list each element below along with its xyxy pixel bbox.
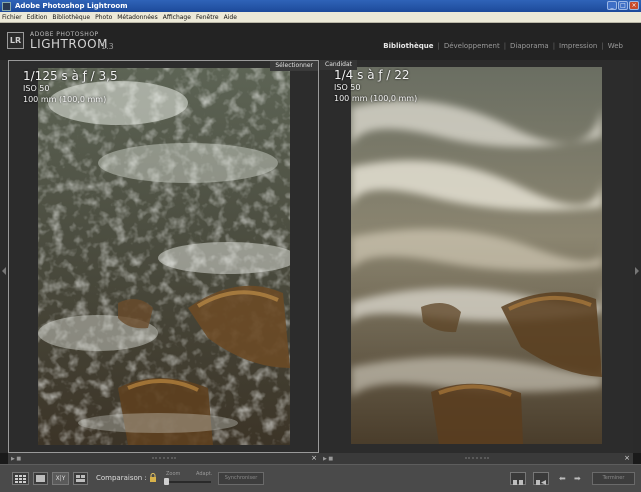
module-picker: Bibliothèque | Développement | Diaporama… <box>383 42 623 50</box>
lock-icon[interactable] <box>149 473 157 483</box>
version-label: 1.3 <box>101 42 114 51</box>
comparison-label: Comparaison : <box>96 474 147 482</box>
module-web[interactable]: Web <box>608 42 623 50</box>
select-label: Sélectionner <box>270 61 318 71</box>
make-select-icon <box>536 480 546 485</box>
select-photo[interactable] <box>38 68 290 445</box>
candidate-label: Candidat <box>320 60 357 70</box>
menu-photo[interactable]: Photo <box>95 14 112 21</box>
window-controls: _ □ × <box>607 1 639 10</box>
left-panel-toggle-icon[interactable] <box>2 267 6 275</box>
candidate-exposure: 1/4 s à ƒ / 22 <box>334 68 410 82</box>
module-bibliotheque[interactable]: Bibliothèque <box>383 42 433 50</box>
fit-label: Adapt. <box>196 471 213 477</box>
survey-view-button[interactable] <box>73 472 88 485</box>
right-panel-toggle-icon[interactable] <box>635 267 639 275</box>
compare-view: 1/125 s à ƒ / 3,5 ISO 50 100 mm (100,0 m… <box>0 60 641 453</box>
module-separator: | <box>601 42 604 50</box>
candidate-iso: ISO 50 <box>334 83 361 92</box>
loupe-view-button[interactable] <box>33 472 48 485</box>
close-select-icon[interactable]: × <box>311 454 317 462</box>
done-button[interactable]: Terminer <box>592 472 635 485</box>
select-pane-bar: ▶ ■ × <box>8 453 320 464</box>
rating-dots[interactable] <box>152 457 176 459</box>
module-header: LR ADOBE PHOTOSHOP LIGHTROOM 1.3 Bibliot… <box>0 23 641 60</box>
close-candidate-icon[interactable]: × <box>624 454 630 462</box>
bottom-toolbar: X|Y Comparaison : Zoom Adapt. Synchronis… <box>0 464 641 492</box>
window-title: Adobe Photoshop Lightroom <box>15 2 128 10</box>
module-impression[interactable]: Impression <box>559 42 597 50</box>
menu-metadonnees[interactable]: Métadonnées <box>117 14 158 21</box>
candidate-pane[interactable]: 1/4 s à ƒ / 22 ISO 50 100 mm (100,0 mm) … <box>320 60 633 453</box>
module-separator: | <box>503 42 507 50</box>
menu-bibliotheque[interactable]: Bibliothèque <box>52 14 90 21</box>
close-window-button[interactable]: × <box>629 1 639 10</box>
previous-arrow-icon[interactable]: ⬅ <box>559 474 566 483</box>
zoom-slider-track[interactable] <box>165 481 211 483</box>
menu-affichage[interactable]: Affichage <box>163 14 191 21</box>
swap-icon <box>513 480 523 485</box>
menu-fenetre[interactable]: Fenêtre <box>196 14 219 21</box>
menu-bar: Fichier Edition Bibliothèque Photo Métad… <box>0 12 641 23</box>
candidate-metadata-overlay: 1/4 s à ƒ / 22 ISO 50 100 mm (100,0 mm) <box>334 68 417 104</box>
menu-edition[interactable]: Edition <box>27 14 48 21</box>
rapids-photo-silky <box>351 67 602 444</box>
select-exposure: 1/125 s à ƒ / 3,5 <box>23 69 118 83</box>
next-arrow-icon[interactable]: ➡ <box>574 474 581 483</box>
brand-big: LIGHTROOM <box>30 37 108 51</box>
select-iso: ISO 50 <box>23 84 50 93</box>
rating-flags-icon[interactable]: ▶ ■ <box>11 456 21 462</box>
lightroom-logo: LR <box>7 32 24 49</box>
menu-fichier[interactable]: Fichier <box>2 14 22 21</box>
module-separator: | <box>437 42 440 50</box>
compare-view-button[interactable]: X|Y <box>52 472 69 485</box>
module-separator: | <box>552 42 556 50</box>
grid-icon <box>15 475 26 483</box>
zoom-slider-handle[interactable] <box>164 478 169 485</box>
make-select-button[interactable] <box>533 472 549 485</box>
module-diaporama[interactable]: Diaporama <box>510 42 549 50</box>
candidate-lens: 100 mm (100,0 mm) <box>334 94 418 103</box>
grid-view-button[interactable] <box>12 472 29 485</box>
menu-aide[interactable]: Aide <box>224 14 237 21</box>
select-metadata-overlay: 1/125 s à ƒ / 3,5 ISO 50 100 mm (100,0 m… <box>23 69 118 105</box>
synchronize-button[interactable]: Synchroniser <box>218 472 264 485</box>
rating-dots[interactable] <box>464 457 489 459</box>
select-pane[interactable]: 1/125 s à ƒ / 3,5 ISO 50 100 mm (100,0 m… <box>8 60 319 453</box>
app-icon <box>2 1 11 11</box>
candidate-photo[interactable] <box>351 67 602 444</box>
zoom-label: Zoom <box>166 471 181 477</box>
rating-flags-icon[interactable]: ▶ ■ <box>323 456 333 462</box>
minimize-button[interactable]: _ <box>607 1 617 10</box>
maximize-button[interactable]: □ <box>618 1 628 10</box>
survey-icon <box>76 475 85 482</box>
select-lens: 100 mm (100,0 mm) <box>23 95 107 104</box>
title-bar: Adobe Photoshop Lightroom _ □ × <box>0 0 641 12</box>
brand: ADOBE PHOTOSHOP LIGHTROOM <box>30 31 108 50</box>
swap-button[interactable] <box>510 472 526 485</box>
module-developpement[interactable]: Développement <box>444 42 500 50</box>
rapids-photo-sharp <box>38 68 290 445</box>
candidate-pane-bar: ▶ ■ × <box>320 453 633 464</box>
loupe-icon <box>36 475 45 482</box>
